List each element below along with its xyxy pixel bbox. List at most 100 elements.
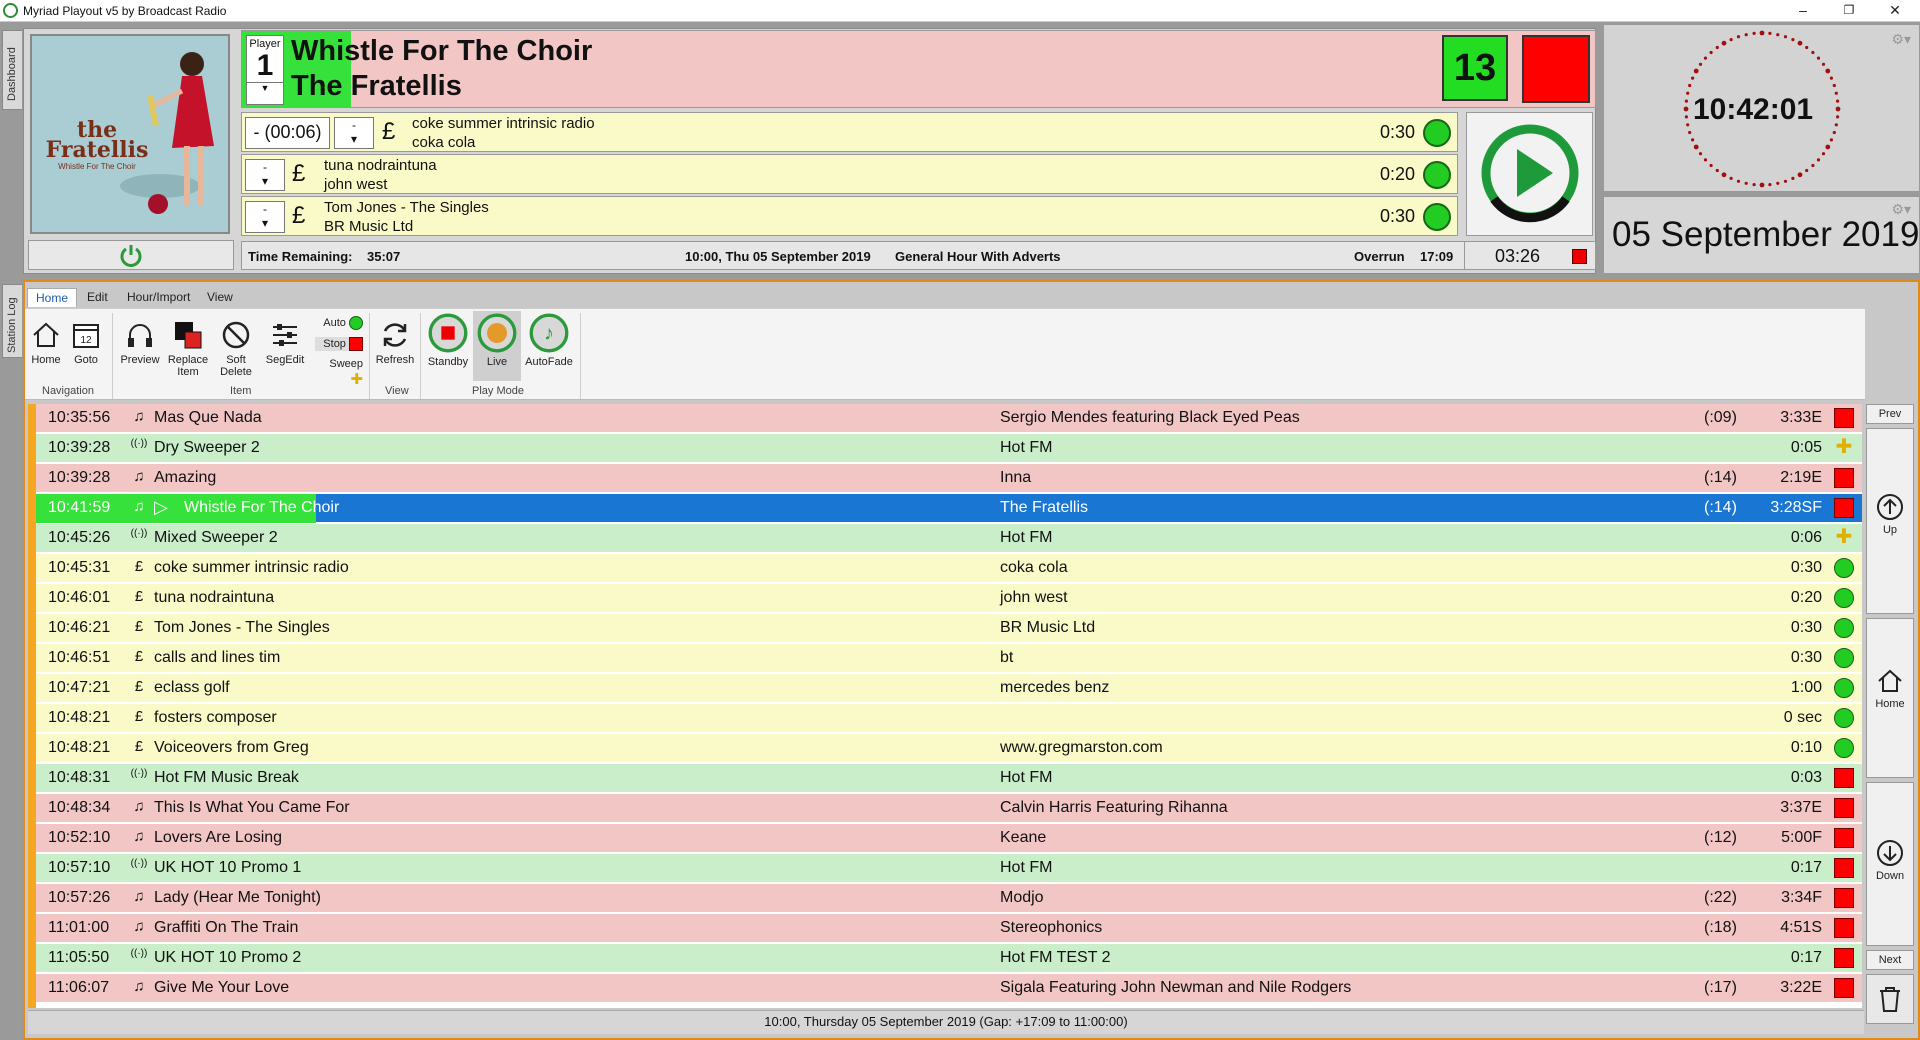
next-button[interactable]: Next: [1866, 950, 1914, 970]
station-log-tab[interactable]: Station Log: [2, 284, 22, 358]
delete-button[interactable]: [1866, 974, 1914, 1024]
log-row[interactable]: 10:57:26 ♫ Lady (Hear Me Tonight) Modjo (:22…: [36, 884, 1862, 913]
log-row[interactable]: 10:48:21 £ fosters composer 0 sec: [36, 704, 1862, 733]
tab-home[interactable]: Home: [27, 288, 78, 307]
preview-button[interactable]: Preview: [117, 319, 163, 366]
auto-toggle[interactable]: Auto: [315, 316, 363, 330]
log-duration: 1:00: [1790, 679, 1822, 696]
tab-hour-import[interactable]: Hour/Import: [119, 288, 198, 306]
autofade-button[interactable]: ♪ AutoFade: [523, 313, 575, 368]
down-label: Down: [1875, 870, 1905, 882]
play-button[interactable]: [1466, 112, 1593, 236]
log-row[interactable]: 10:48:31 ((·)) Hot FM Music Break Hot FM 0:0…: [36, 764, 1862, 793]
log-row[interactable]: 10:48:21 £ Voiceovers from Greg www.gregmar…: [36, 734, 1862, 763]
plus-icon: ✚: [350, 371, 363, 388]
log-time: 11:01:00: [48, 919, 110, 936]
log-row[interactable]: 10:45:31 £ coke summer intrinsic radio coka…: [36, 554, 1862, 583]
standby-icon: [428, 313, 468, 353]
log-row[interactable]: 11:01:00 ♫ Graffiti On The Train Stereophon…: [36, 914, 1862, 943]
player-selector[interactable]: Player 1 ▼: [246, 35, 284, 105]
log-row[interactable]: 10:39:28 ♫ Amazing Inna (:14) 2:19E: [36, 464, 1862, 493]
stop-button[interactable]: [1522, 35, 1590, 103]
power-button[interactable]: [28, 240, 234, 270]
status-dot: [1423, 119, 1451, 147]
soft-delete-button[interactable]: Soft Delete: [213, 319, 259, 378]
app-icon: [3, 3, 18, 18]
log-time: 10:48:34: [48, 799, 111, 816]
sweep-toggle[interactable]: Sweep ✚: [315, 358, 363, 388]
album-subtitle-text: Whistle For The Choir: [58, 162, 136, 171]
status-dot: [1834, 648, 1854, 668]
arrow-up-icon: [1877, 494, 1903, 520]
home-button[interactable]: Home: [29, 319, 63, 366]
log-row[interactable]: 10:35:56 ♫ Mas Que Nada Sergio Mendes featu…: [36, 404, 1862, 433]
goto-button[interactable]: 12 Goto: [67, 319, 105, 366]
log-time: 10:39:28: [48, 439, 111, 456]
queue-item[interactable]: - ▾ £ Tom Jones - The Singles BR Music Lt…: [241, 196, 1458, 236]
log-row[interactable]: 10:46:51 £ calls and lines tim bt 0:30: [36, 644, 1862, 673]
refresh-button[interactable]: Refresh: [374, 319, 416, 366]
status-dot: [1834, 738, 1854, 758]
log-row[interactable]: 10:46:21 £ Tom Jones - The Singles BR Music…: [36, 614, 1862, 643]
log-row[interactable]: 10:57:10 ((·)) UK HOT 10 Promo 1 Hot FM 0:17: [36, 854, 1862, 883]
log-artist: Inna: [1000, 469, 1032, 486]
hour-info: 10:00, Thu 05 September 2019: [685, 249, 871, 264]
tab-view[interactable]: View: [199, 288, 241, 306]
log-row[interactable]: 11:05:50 ((·)) UK HOT 10 Promo 2 Hot FM TES…: [36, 944, 1862, 973]
standby-button[interactable]: Standby: [425, 313, 471, 368]
tab-edit[interactable]: Edit: [79, 288, 116, 306]
group-navigation: Navigation: [42, 385, 94, 397]
queue-stepper[interactable]: - ▾: [334, 117, 374, 149]
stepper-label: -: [352, 118, 356, 132]
svg-text:♪: ♪: [544, 323, 554, 345]
log-time: 10:39:28: [48, 469, 111, 486]
log-row[interactable]: 10:39:28 ((·)) Dry Sweeper 2 Hot FM 0:05 ✚: [36, 434, 1862, 463]
status-dot: [1423, 161, 1451, 189]
close-button[interactable]: ✕: [1872, 0, 1918, 22]
restore-button[interactable]: ❐: [1826, 0, 1872, 22]
log-time: 10:46:21: [48, 619, 111, 636]
status-square: [1834, 408, 1854, 428]
play-icon: [1481, 124, 1579, 223]
minimize-button[interactable]: –: [1780, 0, 1826, 22]
log-row[interactable]: 10:48:34 ♫ This Is What You Came For Calvin…: [36, 794, 1862, 823]
offset-stepper[interactable]: - (00:06): [245, 117, 330, 149]
log-artist: Hot FM: [1000, 439, 1053, 456]
music-note-icon: ♫: [133, 798, 145, 815]
log-row[interactable]: 10:52:10 ♫ Lovers Are Losing Keane (:12) 5:00…: [36, 824, 1862, 853]
log-row[interactable]: 10:45:26 ((·)) Mixed Sweeper 2 Hot FM 0:06 ✚: [36, 524, 1862, 553]
queue-stepper[interactable]: - ▾: [245, 201, 285, 233]
queue-item[interactable]: - (00:06) - ▾ £ coke summer intrinsic rad…: [241, 112, 1458, 152]
log-title: Voiceovers from Greg: [154, 739, 309, 756]
queue-item[interactable]: - ▾ £ tuna nodraintuna john west 0:20: [241, 154, 1458, 194]
stop-toggle[interactable]: Stop: [315, 337, 363, 351]
log-row[interactable]: 11:06:07 ♫ Give Me Your Love Sigala Featuri…: [36, 974, 1862, 1003]
countdown-timer: 03:26: [1495, 246, 1541, 266]
prev-button[interactable]: Prev: [1866, 404, 1914, 424]
dashboard-tab[interactable]: Dashboard: [2, 30, 22, 110]
pound-icon: £: [134, 558, 144, 575]
chevron-down-icon[interactable]: ▼: [247, 82, 283, 93]
log-title: Mixed Sweeper 2: [154, 529, 278, 546]
queue-stepper[interactable]: - ▾: [245, 159, 285, 191]
pound-icon: £: [134, 708, 144, 725]
countdown-stop-indicator[interactable]: [1572, 249, 1587, 264]
plus-icon: ✚: [1835, 526, 1853, 548]
up-button[interactable]: Up: [1866, 428, 1914, 614]
gear-icon[interactable]: ⚙▾: [1891, 31, 1911, 48]
down-button[interactable]: Down: [1866, 782, 1914, 946]
log-row[interactable]: 10:46:01 £ tuna nodraintuna john west 0:20: [36, 584, 1862, 613]
log-duration: 0:17: [1790, 859, 1822, 876]
log-row[interactable]: 10:41:59 ♫ Whistle For The Choir The Fratel…: [36, 494, 1862, 523]
now-playing-title: Whistle For The Choir: [291, 35, 593, 67]
home-nav-button[interactable]: Home: [1866, 618, 1914, 778]
log-row[interactable]: 10:47:21 £ eclass golf mercedes benz 1:00: [36, 674, 1862, 703]
status-dot: [1834, 618, 1854, 638]
queue-artist: coka cola: [412, 134, 476, 151]
live-button[interactable]: Live: [473, 311, 521, 381]
item-count-badge: 13: [1442, 35, 1508, 101]
dashboard-tab-label: Dashboard: [6, 47, 18, 101]
replace-item-button[interactable]: Replace Item: [165, 319, 211, 378]
status-square: [1834, 798, 1854, 818]
segedit-button[interactable]: SegEdit: [263, 319, 307, 366]
